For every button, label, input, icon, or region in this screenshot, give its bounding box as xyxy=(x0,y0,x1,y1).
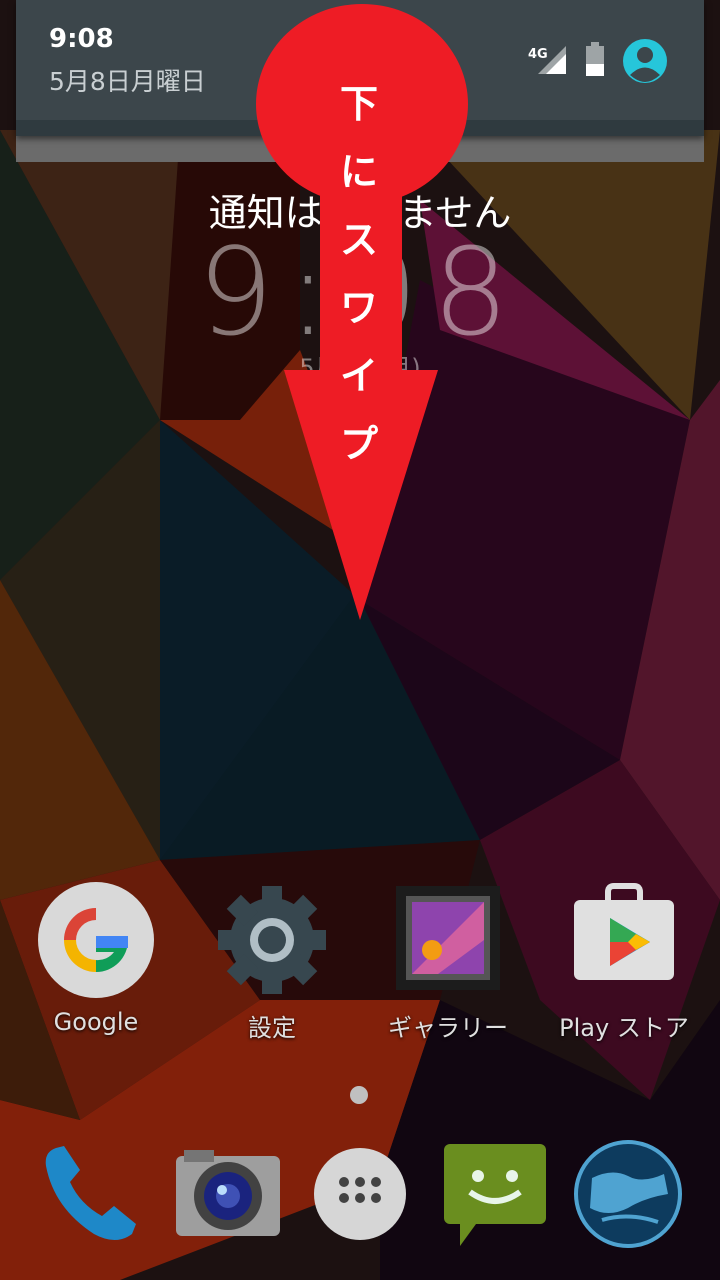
camera-icon[interactable] xyxy=(172,1138,284,1250)
user-avatar-icon[interactable] xyxy=(622,38,668,84)
swipe-char: 下 xyxy=(339,82,378,126)
phone-icon[interactable] xyxy=(36,1138,148,1250)
app-settings[interactable]: 設定 xyxy=(192,880,352,1043)
status-time: 9:08 xyxy=(49,24,114,54)
browser-globe-icon[interactable] xyxy=(572,1138,684,1250)
settings-gear-icon xyxy=(218,886,326,994)
app-google[interactable]: Google xyxy=(16,880,176,1036)
google-icon xyxy=(38,882,154,998)
app-drawer-icon[interactable] xyxy=(304,1138,416,1250)
svg-text:4G: 4G xyxy=(528,47,548,62)
status-date: 5月8日月曜日 xyxy=(49,67,206,96)
app-label: ギャラリー xyxy=(388,1014,508,1042)
swipe-char: ワ xyxy=(339,286,378,330)
app-label: Play ストア xyxy=(559,1014,689,1042)
battery-icon xyxy=(586,42,604,76)
swipe-char: プ xyxy=(339,422,378,466)
swipe-char: ス xyxy=(339,218,378,262)
swipe-instruction: 下 に ス ワ イ プ xyxy=(320,70,398,478)
app-label: Google xyxy=(53,1008,139,1036)
messaging-icon[interactable] xyxy=(440,1138,552,1250)
play-store-icon xyxy=(574,883,674,980)
page-indicator xyxy=(350,1086,368,1104)
gallery-icon xyxy=(396,886,500,990)
app-play-store[interactable]: Play ストア xyxy=(544,880,704,1043)
signal-4g-icon: 4G xyxy=(528,46,566,74)
swipe-char: に xyxy=(339,150,378,194)
swipe-char: イ xyxy=(339,354,378,398)
app-gallery[interactable]: ギャラリー xyxy=(368,880,528,1043)
app-label: 設定 xyxy=(248,1014,296,1042)
